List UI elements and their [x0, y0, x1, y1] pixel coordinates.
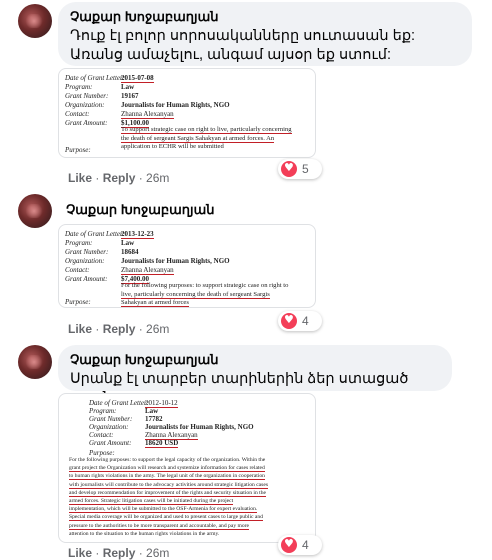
comment-bubble: Չաքար Խոջաբաղյան Դուք էլ բոլոր սորոսական… — [58, 2, 472, 66]
doc-row: Program: Law — [89, 407, 159, 415]
comment-author[interactable]: Չաքար Խոջաբաղյան — [70, 9, 460, 25]
doc-purpose: To support strategic case on right to li… — [121, 126, 292, 151]
comment-text: Դուք էլ բոլոր սորոսականները սուտասան եք:… — [70, 28, 416, 63]
doc-row: Grant Number: 18684 — [65, 248, 139, 256]
timestamp[interactable]: 26m — [146, 322, 169, 336]
doc-row: Date of Grant Letter:2015-07-08 — [65, 74, 154, 83]
grant-document-image[interactable]: Date of Grant Letter:2013-12-23 Program:… — [58, 224, 316, 308]
comment-actions: Like · Reply · 26m — [68, 546, 170, 560]
heart-icon — [281, 313, 297, 329]
like-link[interactable]: Like — [68, 171, 92, 185]
timestamp[interactable]: 26m — [146, 546, 169, 560]
comment-actions: Like · Reply · 26m — [68, 322, 170, 336]
doc-row: Date of Grant Letter:2013-12-23 — [65, 230, 154, 239]
doc-row: Contact: Zhanna Alexanyan — [65, 110, 174, 119]
doc-row: Program: Law — [65, 83, 135, 91]
comment-1: Չաքար Խոջաբաղյան Դուք էլ բոլոր սորոսական… — [0, 0, 492, 185]
doc-row: Contact: Zhanna Alexanyan — [89, 431, 198, 440]
doc-row: Organization: Journalists for Human Right… — [65, 101, 230, 109]
comment-3: Չաքար Խոջաբաղյան Սրանք էլ տարբեր տարիներ… — [0, 343, 492, 560]
like-link[interactable]: Like — [68, 546, 92, 560]
reply-link[interactable]: Reply — [103, 546, 136, 560]
avatar[interactable] — [18, 194, 52, 228]
avatar[interactable] — [18, 345, 52, 379]
grant-document-image[interactable]: Date of Grant Letter:2015-07-08 Program:… — [58, 68, 316, 158]
doc-row: Purpose: — [65, 146, 91, 154]
doc-row: Organization: Journalists for Human Right… — [65, 257, 230, 265]
heart-icon — [281, 537, 297, 553]
doc-purpose: For the following purposes: to support t… — [69, 457, 268, 537]
reaction-count: 5 — [302, 162, 309, 176]
comment-bubble: Չաքար Խոջաբաղյան Սրանք էլ տարբեր տարիներ… — [58, 345, 452, 406]
reply-link[interactable]: Reply — [103, 322, 136, 336]
timestamp[interactable]: 26m — [146, 171, 169, 185]
heart-icon — [281, 161, 297, 177]
doc-row: Contact: Zhanna Alexanyan — [65, 266, 174, 275]
doc-purpose: For the following purposes: to support s… — [121, 282, 289, 308]
like-link[interactable]: Like — [68, 322, 92, 336]
reply-link[interactable]: Reply — [103, 171, 136, 185]
comment-actions: Like · Reply · 26m — [68, 171, 170, 185]
doc-row: Program: Law — [65, 239, 135, 247]
doc-row: Organization: Journalists for Human Right… — [89, 423, 254, 431]
doc-row: Purpose: — [65, 298, 91, 306]
reaction-count: 4 — [302, 314, 309, 328]
reaction-badge[interactable]: 5 — [278, 159, 322, 179]
comment-2: Չաքար Խոջաբաղյան Date of Grant Letter:20… — [0, 190, 492, 340]
reaction-badge[interactable]: 4 — [278, 535, 322, 555]
reaction-badge[interactable]: 4 — [278, 311, 322, 331]
comment-author[interactable]: Չաքար Խոջաբաղյան — [66, 202, 214, 218]
comment-author[interactable]: Չաքար Խոջաբաղյան — [70, 352, 440, 368]
avatar[interactable] — [18, 4, 52, 38]
doc-row: Grant Number: 17782 — [89, 415, 163, 423]
doc-row: Grant Number: 19167 — [65, 92, 139, 100]
doc-row: Grant Amount: 18620 USD — [89, 439, 179, 448]
grant-document-image[interactable]: Date of Grant Letter:2012-10-12 Program:… — [58, 393, 316, 543]
doc-row: Date of Grant Letter:2012-10-12 — [89, 399, 178, 408]
